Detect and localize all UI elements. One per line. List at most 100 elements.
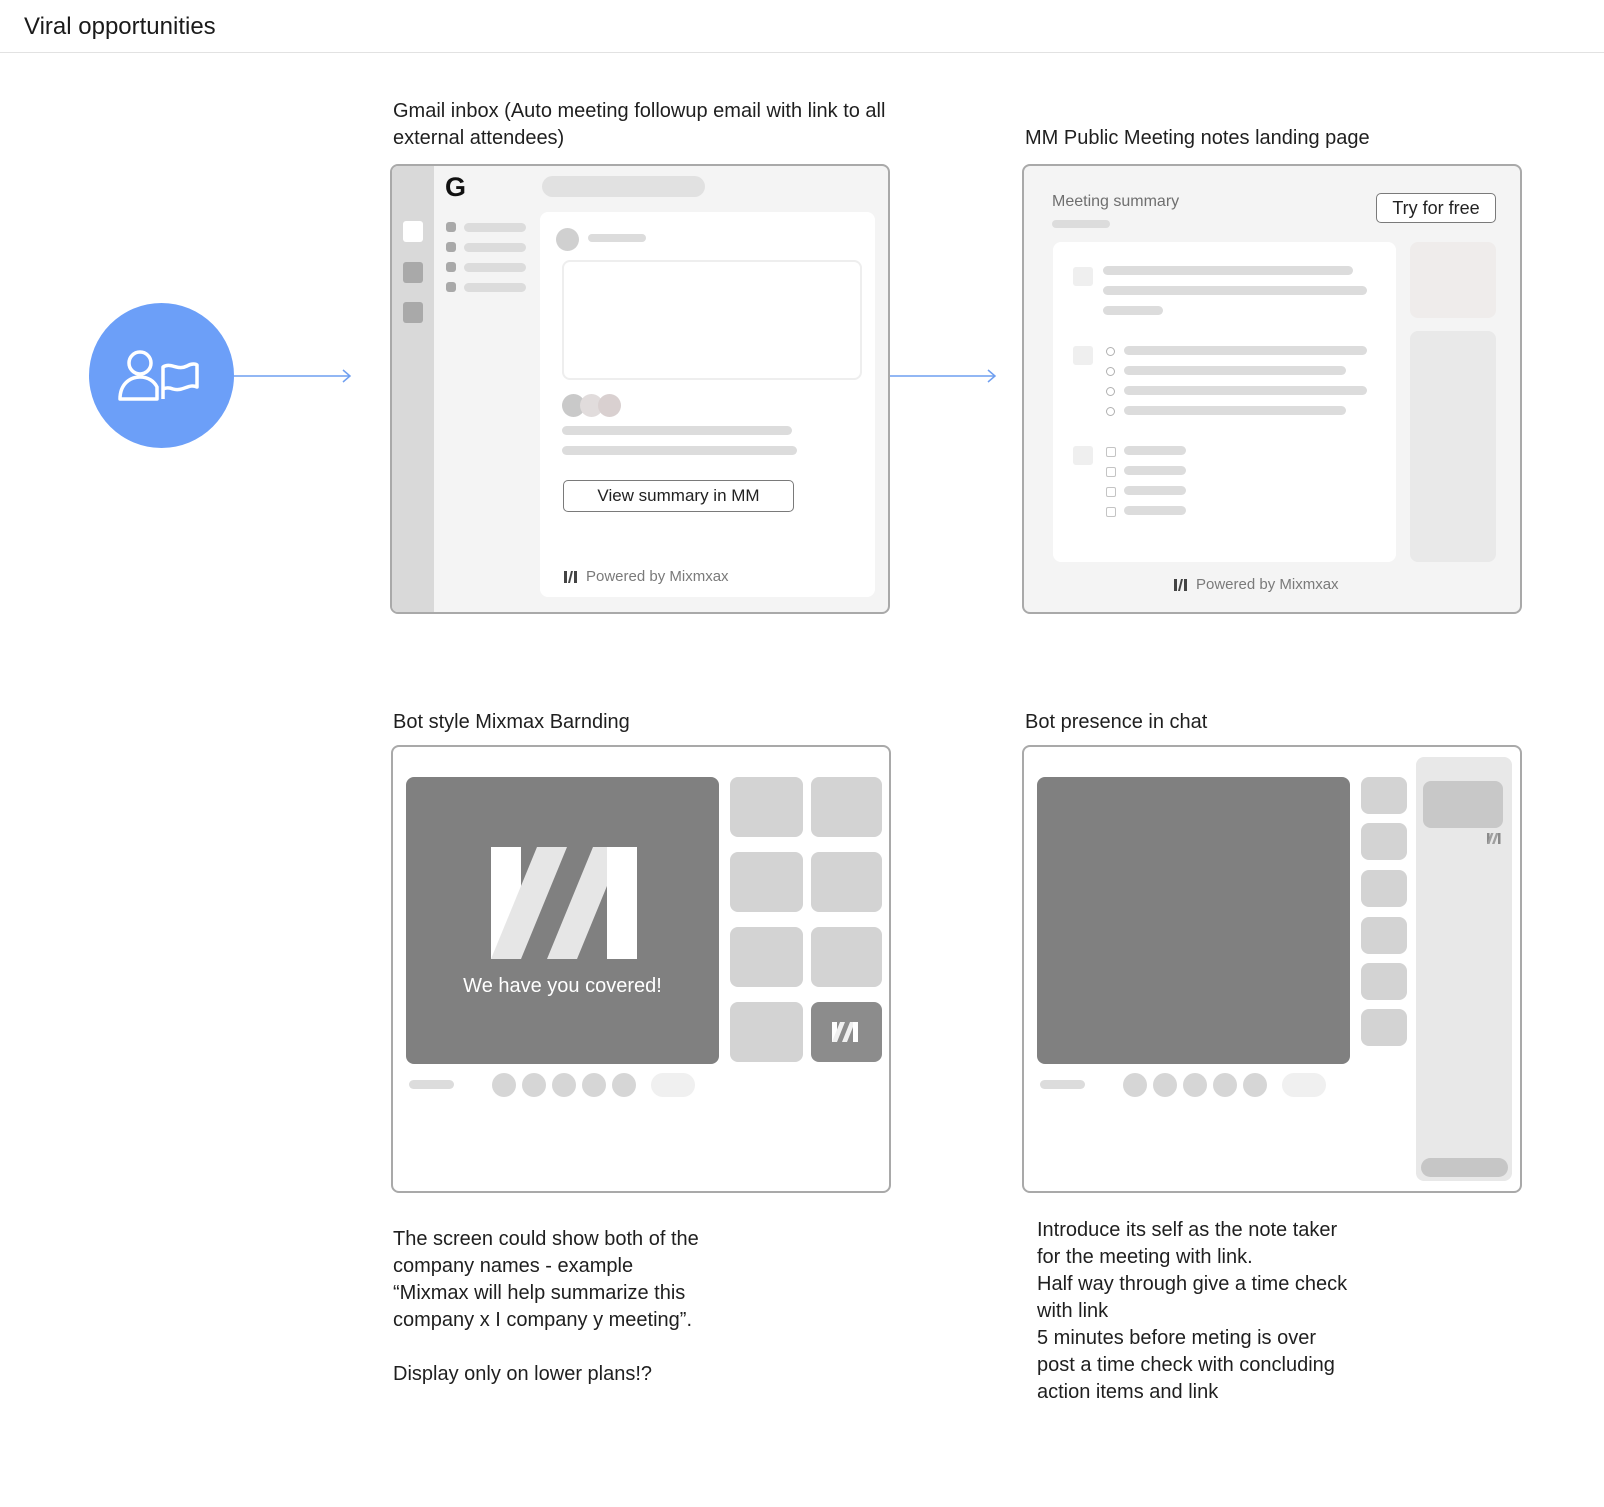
control-button[interactable] — [552, 1073, 576, 1097]
video-caption: We have you covered! — [463, 975, 662, 997]
powered-by-footer: Powered by Mixmxax — [564, 568, 729, 585]
nav-dot — [446, 222, 456, 232]
action-checkbox[interactable] — [1106, 487, 1116, 497]
bot-panel-title: Bot style Mixmax Barnding — [393, 711, 630, 733]
landing-panel-title: MM Public Meeting notes landing page — [1025, 127, 1370, 149]
bullet — [1106, 387, 1115, 396]
text-line — [562, 446, 797, 455]
control-button[interactable] — [522, 1073, 546, 1097]
meeting-time-bar — [1040, 1080, 1085, 1089]
meeting-time-bar — [409, 1080, 454, 1089]
text-line — [1124, 506, 1186, 515]
nav-item[interactable] — [464, 263, 526, 272]
search-bar[interactable] — [542, 176, 705, 197]
bullet — [1106, 367, 1115, 376]
mixmax-logo-icon — [1174, 578, 1187, 591]
main-video-tile: We have you covered! — [406, 777, 719, 1064]
view-summary-button[interactable]: View summary in MM — [563, 480, 794, 512]
sender-avatar — [556, 228, 579, 251]
try-for-free-button[interactable]: Try for free — [1376, 193, 1496, 223]
text-line — [1124, 406, 1346, 415]
control-button[interactable] — [1243, 1073, 1267, 1097]
participant-tile[interactable] — [1361, 917, 1407, 954]
google-logo-icon: G — [445, 172, 467, 202]
participant-tile[interactable] — [730, 777, 803, 837]
bullet — [1106, 347, 1115, 356]
arrow-right-icon — [234, 369, 352, 383]
nav-item[interactable] — [464, 283, 526, 292]
nav-dot — [446, 262, 456, 272]
page-header — [0, 0, 1604, 53]
mixmax-logo-icon — [1487, 833, 1501, 844]
landing-mockup: Meeting summary Try for free Powered by … — [1022, 164, 1522, 614]
email-body-box — [562, 260, 862, 380]
action-checkbox[interactable] — [1106, 507, 1116, 517]
text-line — [562, 426, 792, 435]
control-button[interactable] — [612, 1073, 636, 1097]
nav-dot — [446, 242, 456, 252]
bot-participant-tile[interactable] — [811, 1002, 882, 1062]
participant-tile[interactable] — [730, 927, 803, 987]
side-block — [1410, 242, 1496, 318]
arrow-right-icon — [890, 369, 997, 383]
section-icon — [1073, 446, 1093, 465]
chat-panel-title: Bot presence in chat — [1025, 711, 1208, 733]
chat-mockup — [1022, 745, 1522, 1193]
bullet — [1106, 407, 1115, 416]
participant-tile[interactable] — [730, 1002, 803, 1062]
text-line — [1124, 446, 1186, 455]
mixmax-logo-icon — [564, 570, 577, 583]
section-icon — [1073, 267, 1093, 286]
summary-card — [1053, 242, 1396, 562]
text-line — [1103, 286, 1367, 295]
persona-node — [89, 303, 234, 448]
participant-tile[interactable] — [1361, 1009, 1407, 1046]
heading-subline — [1052, 220, 1110, 228]
rail-item[interactable] — [403, 302, 423, 323]
action-checkbox[interactable] — [1106, 447, 1116, 457]
rail-item[interactable] — [403, 221, 423, 242]
meeting-summary-heading: Meeting summary — [1052, 193, 1180, 210]
chat-notes: Introduce its self as the note taker for… — [1037, 1219, 1348, 1403]
participant-tile[interactable] — [1361, 823, 1407, 860]
user-flag-icon — [118, 350, 199, 401]
participant-tile[interactable] — [730, 852, 803, 912]
text-line — [1124, 386, 1367, 395]
action-checkbox[interactable] — [1106, 467, 1116, 477]
powered-by-text: Powered by Mixmxax — [1196, 576, 1339, 593]
end-call-button[interactable] — [1282, 1073, 1326, 1097]
section-icon — [1073, 346, 1093, 365]
chat-sidebar — [1416, 757, 1512, 1181]
nav-item[interactable] — [464, 223, 526, 232]
participant-tile[interactable] — [1361, 870, 1407, 907]
chat-input[interactable] — [1421, 1158, 1508, 1177]
powered-by-text: Powered by Mixmxax — [586, 568, 729, 585]
bot-chat-message — [1423, 781, 1503, 828]
participant-tile[interactable] — [811, 927, 882, 987]
text-line — [1124, 346, 1367, 355]
control-button[interactable] — [582, 1073, 606, 1097]
control-button[interactable] — [1153, 1073, 1177, 1097]
end-call-button[interactable] — [651, 1073, 695, 1097]
sender-name — [588, 234, 646, 242]
side-block — [1410, 331, 1496, 562]
main-video-tile — [1037, 777, 1350, 1064]
control-button[interactable] — [1213, 1073, 1237, 1097]
participant-tile[interactable] — [811, 852, 882, 912]
participant-tile[interactable] — [1361, 963, 1407, 1000]
text-line — [1124, 486, 1186, 495]
gmail-mockup: G View summary in MM Powered by Mixmxax — [390, 164, 890, 614]
text-line — [1124, 366, 1346, 375]
control-button[interactable] — [492, 1073, 516, 1097]
participant-tile[interactable] — [1361, 777, 1407, 814]
nav-item[interactable] — [464, 243, 526, 252]
bot-notes: The screen could show both of the compan… — [393, 1228, 699, 1385]
gmail-panel-title: Gmail inbox (Auto meeting followup email… — [393, 100, 886, 149]
mixmax-logo-icon — [491, 847, 637, 959]
control-button[interactable] — [1123, 1073, 1147, 1097]
text-line — [1103, 266, 1353, 275]
control-button[interactable] — [1183, 1073, 1207, 1097]
email-card: View summary in MM Powered by Mixmxax — [540, 212, 875, 597]
rail-item[interactable] — [403, 262, 423, 283]
participant-tile[interactable] — [811, 777, 882, 837]
